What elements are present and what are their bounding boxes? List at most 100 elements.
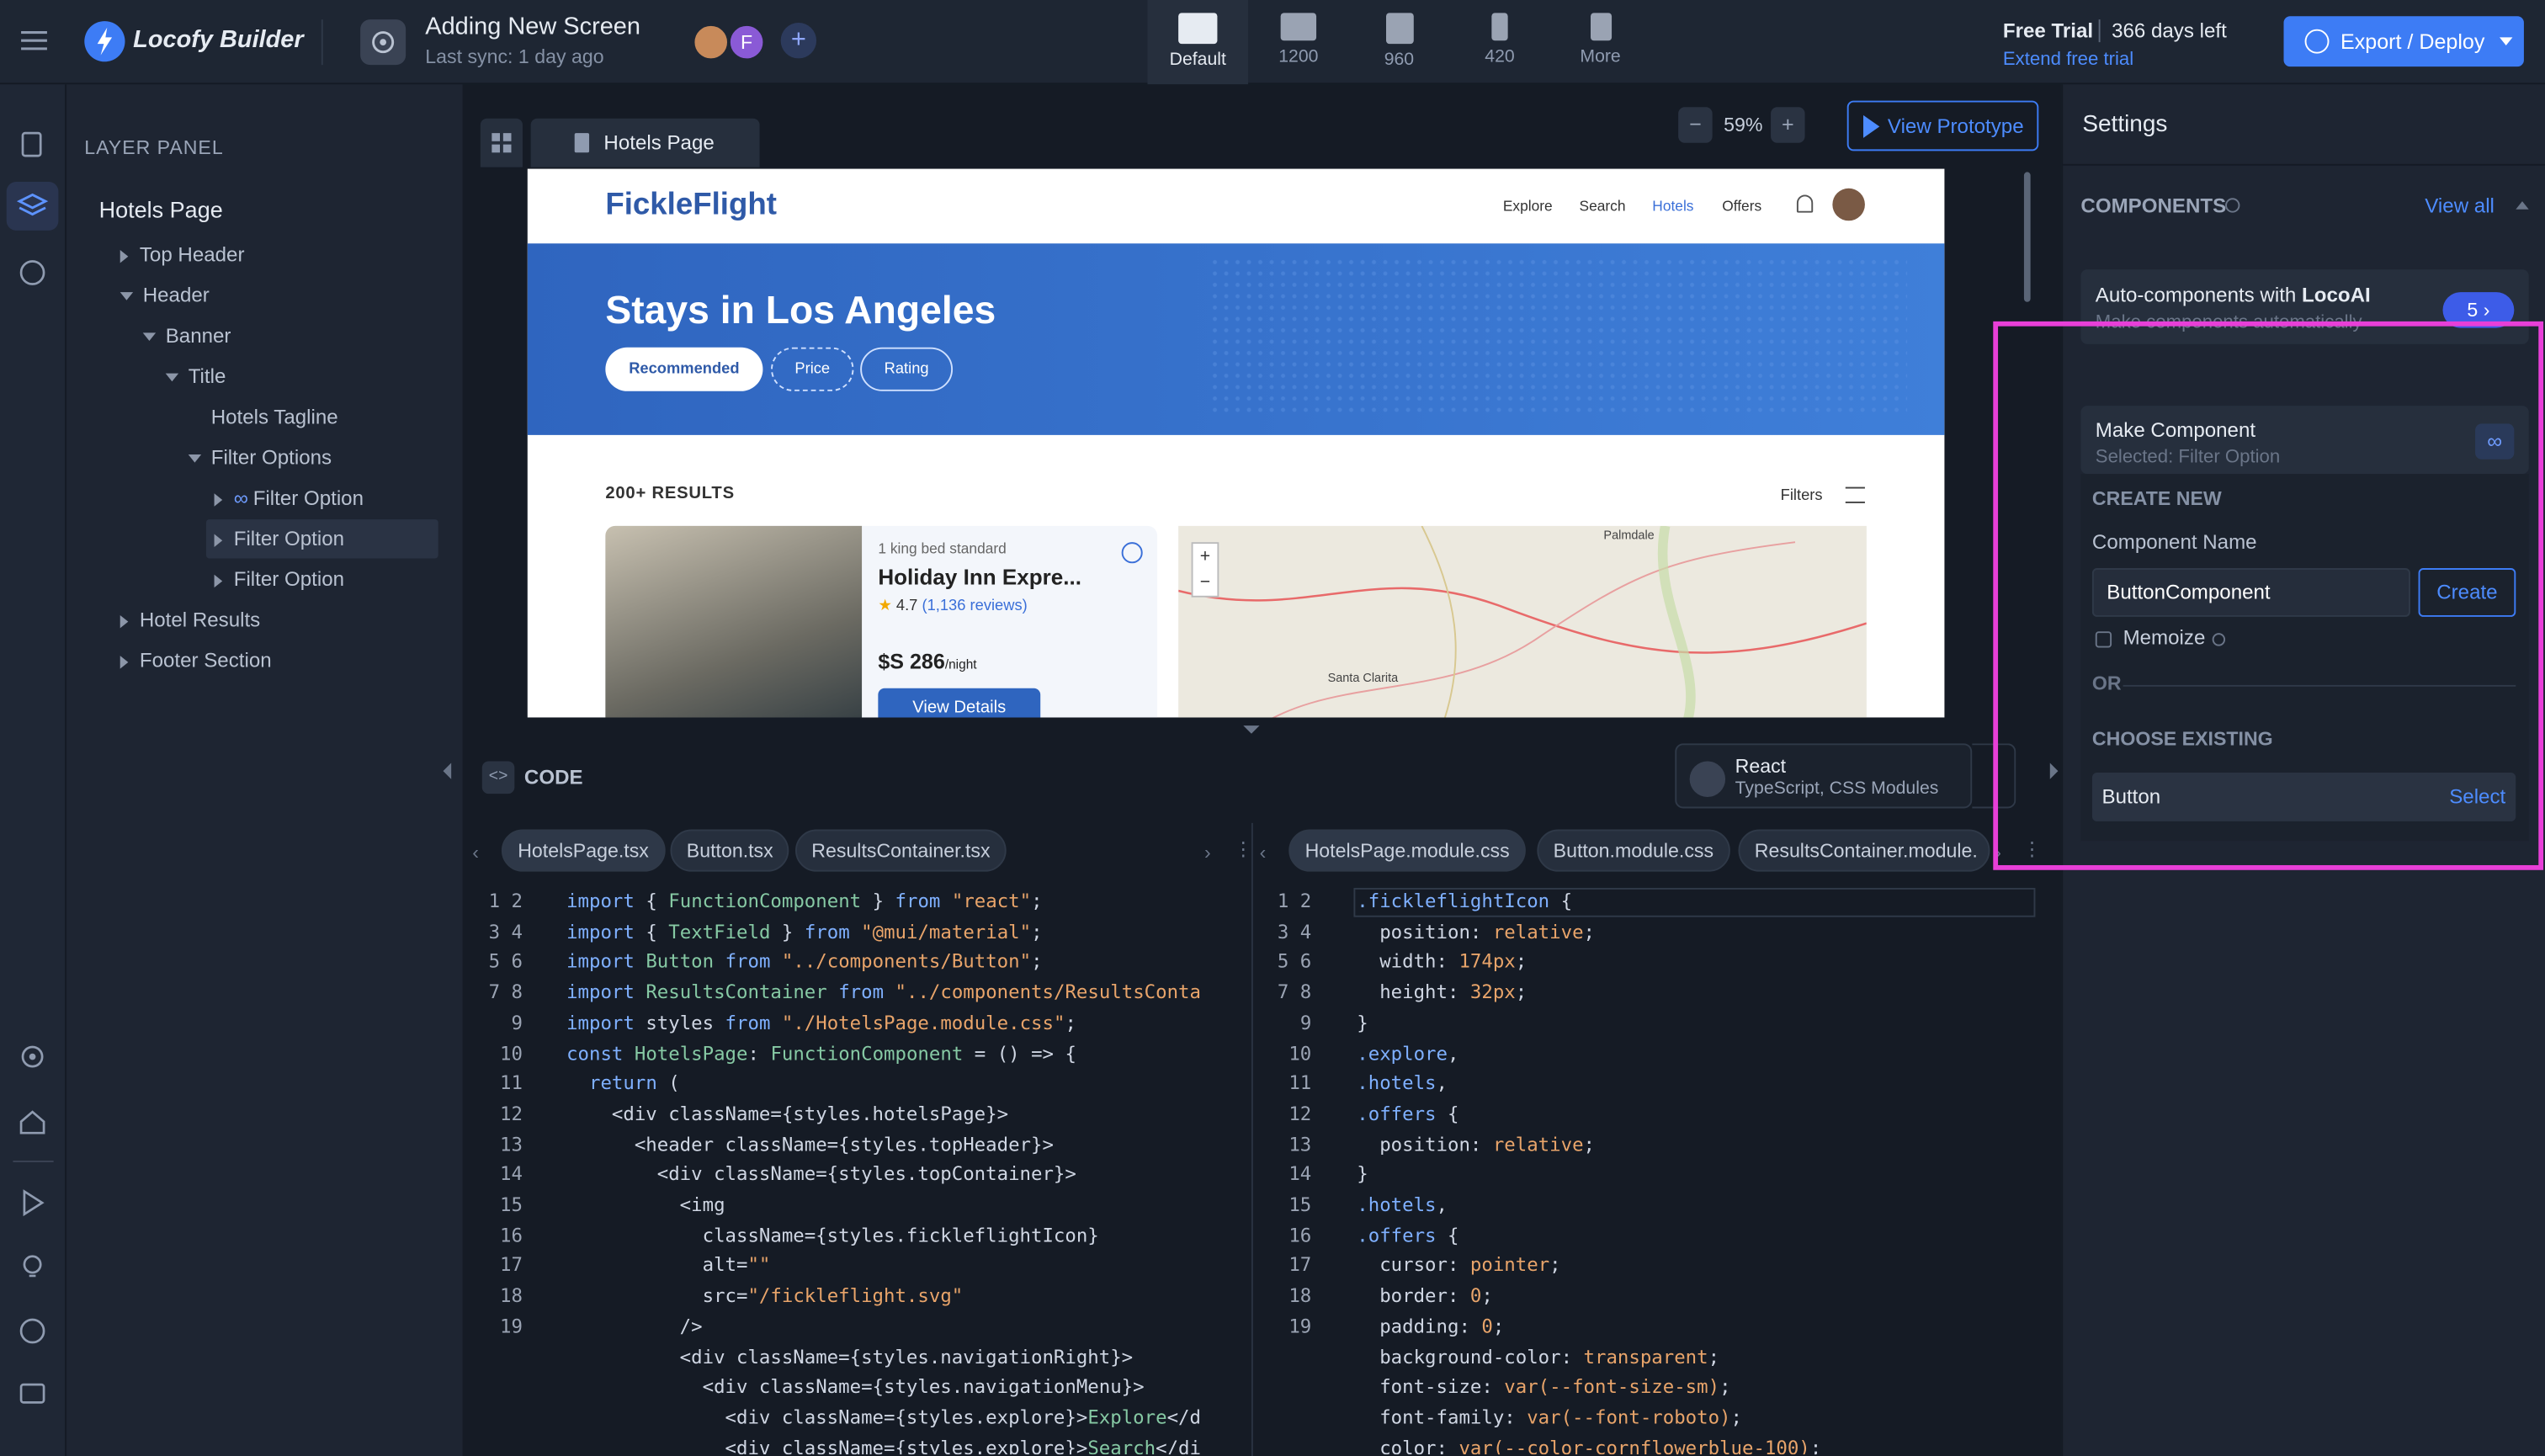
export-deploy-button[interactable]: Export / Deploy [2283,16,2524,67]
device-tab-1200[interactable]: 1200 [1248,0,1349,84]
play-circle-icon[interactable] [1121,542,1143,564]
tab-resultscontainer-css[interactable]: ResultsContainer.module. [1738,829,1990,872]
map-zoom-controls[interactable]: + − [1191,542,1219,598]
collapse-code-icon[interactable] [1243,725,1260,734]
layer-page-title[interactable]: Hotels Page [99,196,223,222]
nav-offers[interactable]: Offers [1722,198,1761,214]
tab-button-tsx[interactable]: Button.tsx [670,829,790,872]
map[interactable]: + − Palmdale Santa Clarita [1178,525,1867,718]
settings-title: Settings [2082,112,2168,138]
avatar[interactable] [691,23,731,62]
layer-item-header[interactable]: Header [120,284,210,307]
left-icon-bar [0,84,67,1456]
memoize-checkbox[interactable] [2095,631,2112,648]
layer-item-hotel-results[interactable]: Hotel Results [120,608,260,631]
chevron-right-icon[interactable]: › [1204,841,1211,864]
layer-item-top-header[interactable]: Top Header [120,243,244,266]
more-icon[interactable]: ⋮ [1234,837,1253,860]
select-link[interactable]: Select [2449,785,2505,808]
auto-count-badge[interactable]: 5 › [2442,292,2515,328]
top-bar: Locofy Builder Adding New Screen Last sy… [0,0,2545,85]
more-icon[interactable]: ⋮ [2022,837,2042,860]
layer-item-filter-option-2[interactable]: Filter Option [214,528,344,550]
screen-preview[interactable]: FickleFlight Explore Search Hotels Offer… [527,168,1945,718]
zoom-in-icon[interactable]: + [1771,107,1805,143]
nav-hotels[interactable]: Hotels [1652,198,1693,214]
layer-item-filter-options[interactable]: Filter Options [188,446,332,469]
nav-search[interactable]: Search [1579,198,1625,214]
layers-icon[interactable] [16,190,49,223]
tab-hotelspage-css[interactable]: HotelsPage.module.css [1288,829,1527,872]
framework-selector[interactable]: React TypeScript, CSS Modules [1675,743,1973,809]
export-label: Export / Deploy [2340,29,2485,54]
layer-item-hotels-tagline[interactable]: Hotels Tagline [211,406,338,428]
zoom-out-icon[interactable]: − [1678,107,1713,143]
preview-avatar[interactable] [1832,188,1865,221]
link-icon[interactable]: ∞ [2475,423,2515,460]
upload-icon [2304,29,2330,54]
layer-item-title[interactable]: Title [165,365,226,388]
github-icon[interactable] [16,257,49,290]
play-icon[interactable] [16,1187,49,1220]
filter-price[interactable]: Price [771,347,854,391]
hotel-card[interactable]: 1 king bed standard Holiday Inn Expre...… [605,525,1158,718]
hamburger-menu-icon[interactable] [18,24,50,57]
layer-item-filter-option-3[interactable]: Filter Option [214,568,344,591]
layer-label: Filter Option [252,486,364,510]
sync-icon[interactable] [1972,743,2016,809]
layer-panel: LAYER PANEL Hotels Page Top Header Heade… [66,84,463,1456]
view-prototype-button[interactable]: View Prototype [1846,100,2039,151]
component-name-input[interactable] [2091,568,2410,617]
hotel-rating: 4.7 [895,597,918,615]
layer-item-footer-section[interactable]: Footer Section [120,649,272,672]
pages-icon[interactable] [16,128,49,161]
chevron-right-icon[interactable]: › [1995,841,2001,864]
layer-item-filter-option-1[interactable]: ∞ Filter Option [214,486,364,510]
create-button[interactable]: Create [2418,568,2516,617]
tab-button-css[interactable]: Button.module.css [1537,829,1730,872]
chevron-left-icon[interactable]: ‹ [472,841,479,864]
settings-icon[interactable] [16,1040,49,1073]
device-tab-more[interactable]: More [1550,0,1651,84]
tab-hotels-page[interactable]: Hotels Page [530,118,760,167]
tab-resultscontainer-tsx[interactable]: ResultsContainer.tsx [794,829,1007,872]
or-divider: OR [2091,672,2122,695]
hotel-reviews: (1,136 reviews) [922,597,1028,615]
auto-sub: Make components automatically [2095,313,2362,333]
collapse-settings-icon[interactable] [2049,763,2059,779]
create-component-form: CREATE NEW Component Name Create Memoize… [2080,474,2529,842]
layer-item-banner[interactable]: Banner [142,325,231,348]
view-all-link[interactable]: View all [2425,194,2495,217]
help-icon[interactable] [16,1315,49,1347]
bell-icon[interactable] [1796,194,1814,213]
tab-hotelspage-tsx[interactable]: HotelsPage.tsx [501,829,666,872]
sliders-icon[interactable] [1845,486,1865,503]
chat-icon[interactable] [16,1378,49,1411]
home-icon[interactable] [16,1105,49,1138]
device-tab-420[interactable]: 420 [1449,0,1550,84]
collapse-panel-icon[interactable] [443,763,452,779]
device-tab-default[interactable]: Default [1147,0,1249,85]
chevron-left-icon[interactable]: ‹ [1260,841,1267,864]
lightbulb-icon[interactable] [16,1251,49,1284]
view-details-button[interactable]: View Details [878,688,1041,718]
avatar-f[interactable]: F [726,23,767,62]
device-tab-960[interactable]: 960 [1349,0,1450,84]
filters-label[interactable]: Filters [1781,487,1823,505]
star-icon: ★ [878,597,892,615]
grid-icon[interactable] [480,118,523,167]
chevron-up-icon[interactable] [2516,201,2529,210]
existing-component-row[interactable]: Button Select [2091,773,2516,821]
add-collaborator-icon[interactable]: + [780,23,817,59]
filter-rating[interactable]: Rating [860,347,954,391]
nav-explore[interactable]: Explore [1503,198,1553,214]
extend-trial-link[interactable]: Extend free trial [2003,50,2133,70]
hotel-room-type: 1 king bed standard [878,540,1007,557]
filter-recommended[interactable]: Recommended [605,347,763,391]
device-label: Default [1169,50,1226,70]
auto-components-card[interactable]: Auto-components with LocoAI Make compone… [2080,269,2529,344]
canvas-scrollbar[interactable] [2023,172,2031,302]
tsx-code[interactable]: import { FunctionComponent } from "react… [566,886,1248,1454]
css-code[interactable]: .fickleflightIcon { position: relative; … [1357,886,2022,1454]
make-component-card[interactable]: Make Component Selected: Filter Option ∞ [2080,406,2529,475]
